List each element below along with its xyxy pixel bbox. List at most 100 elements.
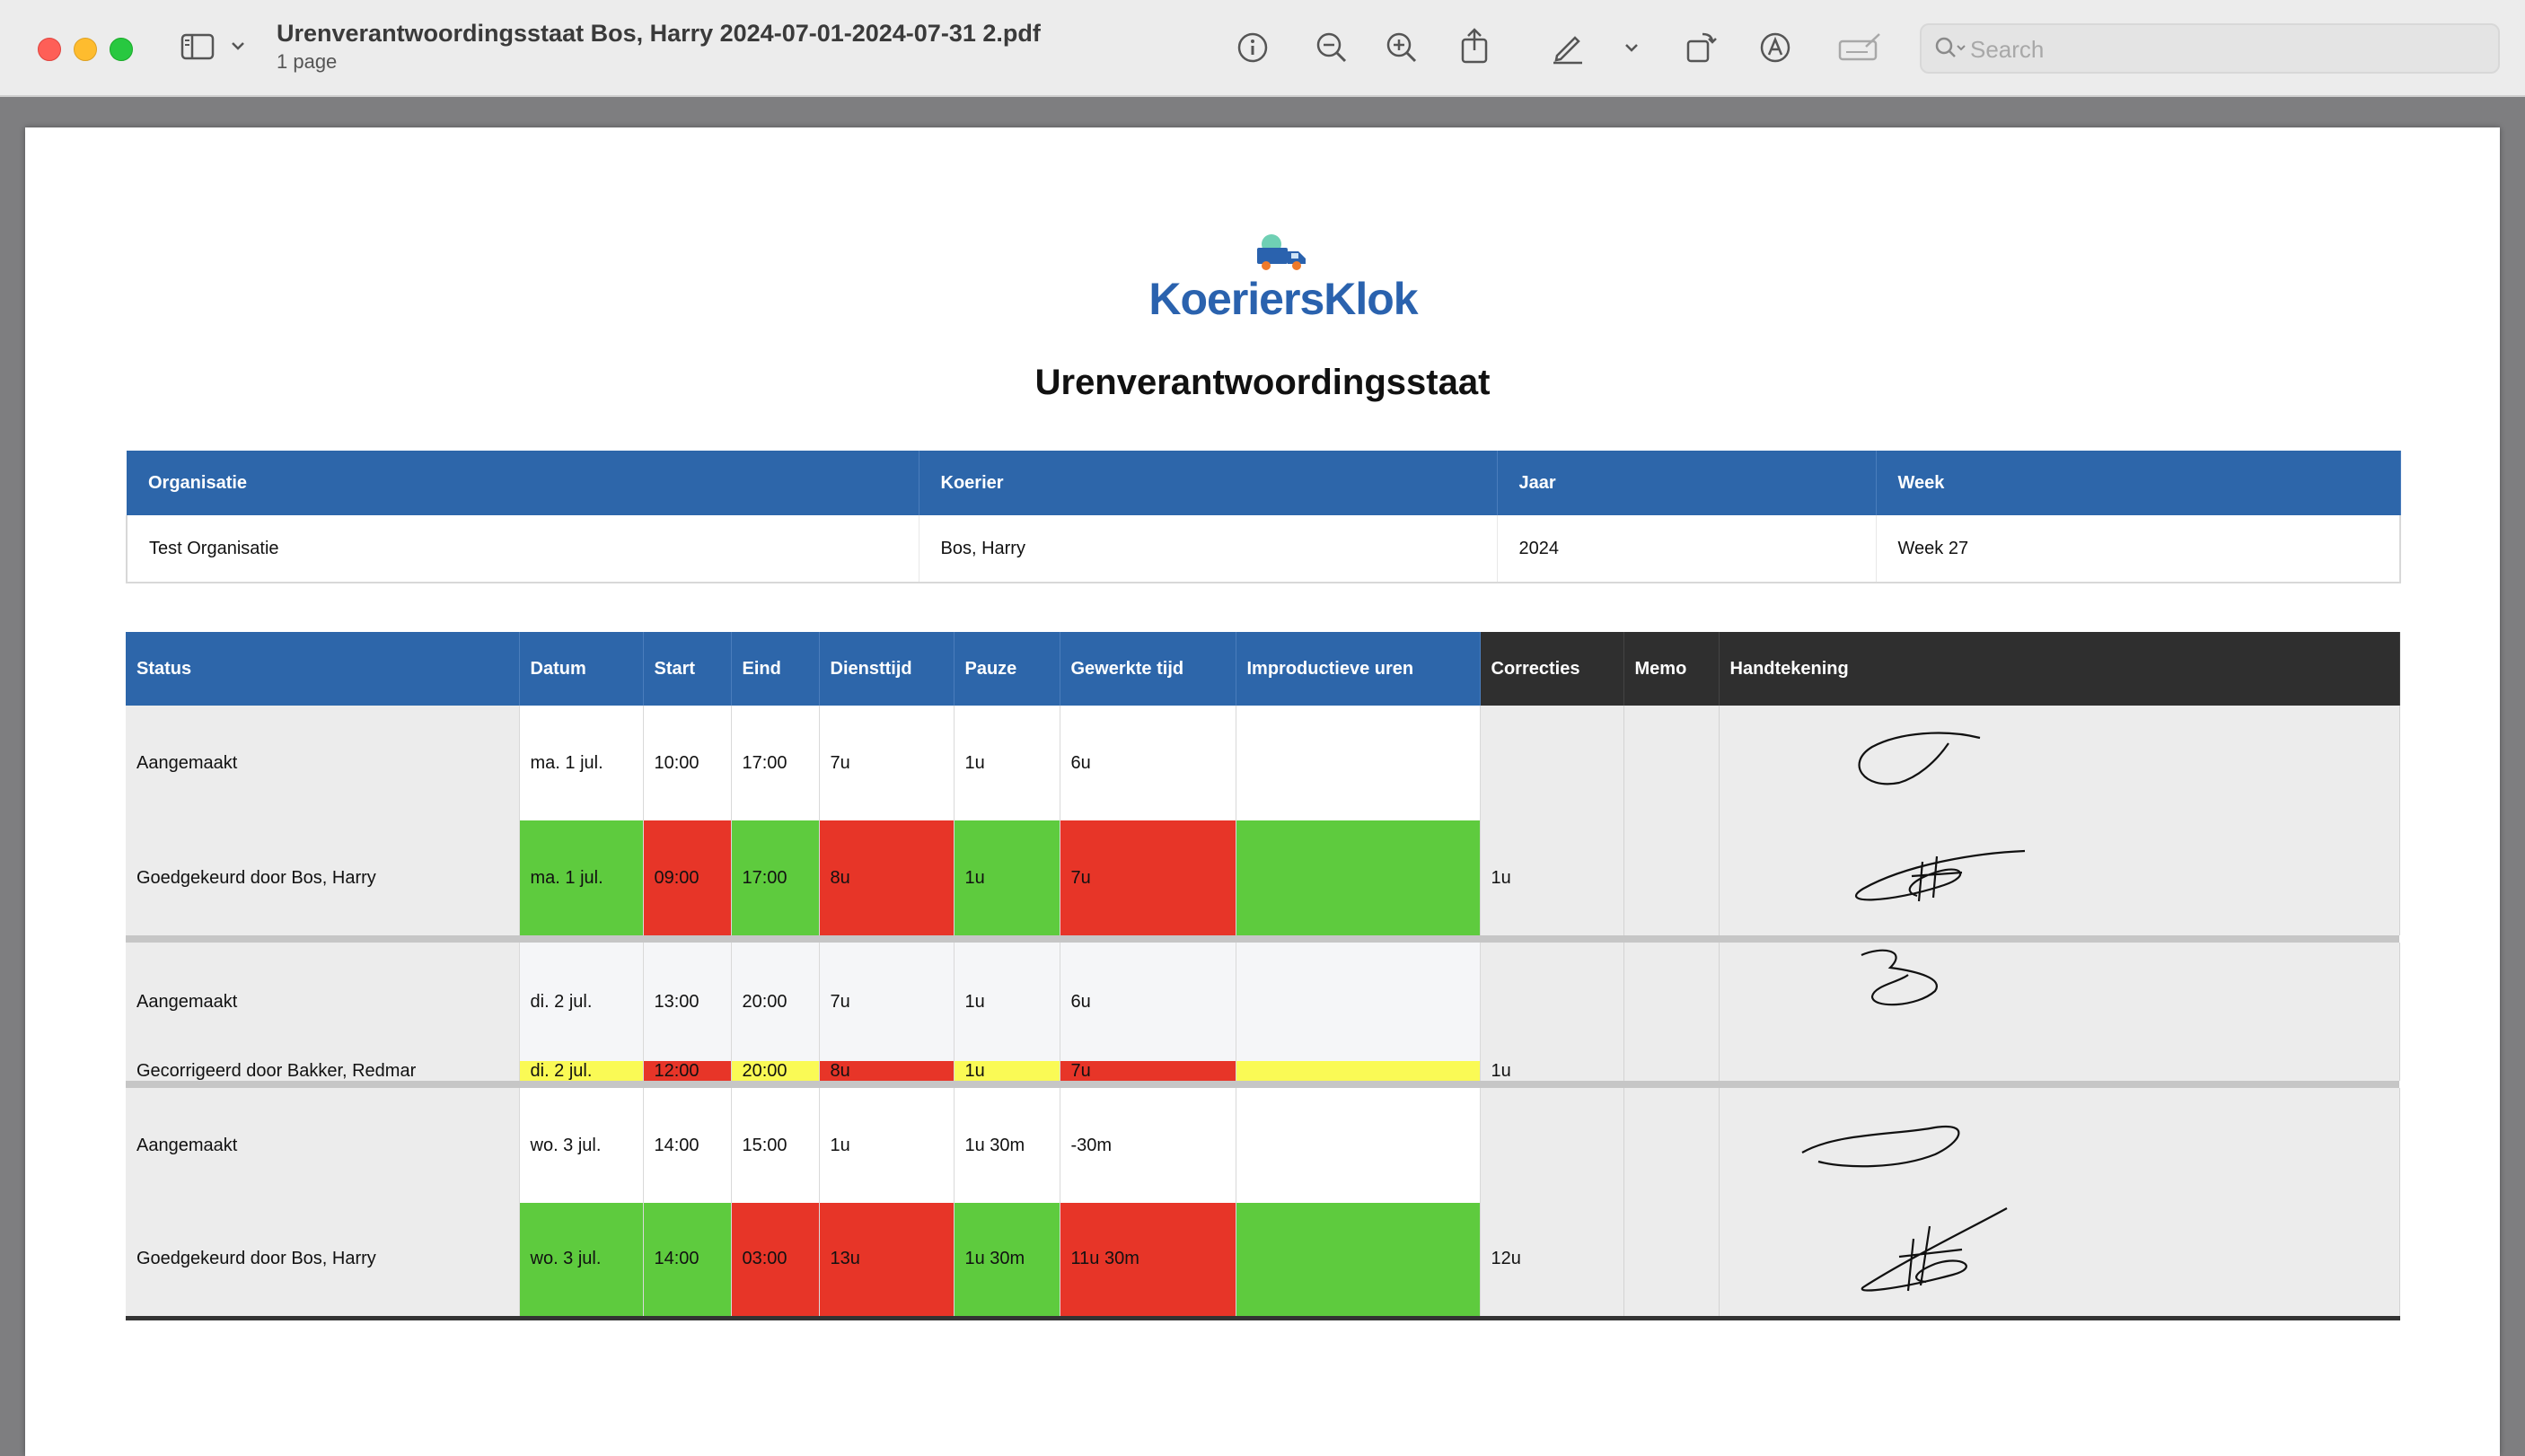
header-improductieve-uren: Improductieve uren — [1236, 632, 1481, 706]
cell-diensttijd: 13u — [819, 1203, 955, 1320]
search-input[interactable] — [1968, 25, 2475, 74]
rotate-button[interactable] — [1683, 29, 1719, 65]
cell-correcties: 1u — [1480, 820, 1624, 935]
info-koerier: Bos, Harry — [919, 515, 1498, 583]
cell-status: Goedgekeurd door Bos, Harry — [126, 1203, 520, 1320]
cell-handtekening — [1719, 706, 2400, 820]
cell-eind: 15:00 — [731, 1088, 820, 1203]
cell-improductieve-uren — [1236, 820, 1481, 935]
table-row: Goedgekeurd door Bos, Harry ma. 1 jul. 0… — [126, 820, 2400, 935]
cell-start: 12:00 — [643, 1061, 732, 1081]
close-window-button[interactable] — [38, 38, 61, 61]
cell-diensttijd: 7u — [819, 943, 955, 1061]
annotate-button[interactable] — [1758, 31, 1792, 65]
sidebar-toggle-button[interactable] — [180, 32, 216, 61]
cell-pauze: 1u 30m — [954, 1203, 1060, 1320]
chevron-down-icon — [232, 42, 244, 50]
info-header-week: Week — [1876, 451, 2401, 515]
cell-handtekening — [1719, 943, 2400, 1061]
cell-memo — [1623, 1061, 1720, 1081]
cell-datum: di. 2 jul. — [519, 943, 644, 1061]
cell-datum: wo. 3 jul. — [519, 1203, 644, 1320]
cell-gewerkte-tijd: 6u — [1060, 943, 1236, 1061]
info-header-koerier: Koerier — [919, 451, 1498, 515]
cell-start: 14:00 — [643, 1088, 732, 1203]
info-week: Week 27 — [1876, 515, 2401, 583]
search-field[interactable] — [1920, 23, 2500, 74]
header-pauze: Pauze — [954, 632, 1060, 706]
header-correcties: Correcties — [1480, 632, 1624, 706]
cell-start: 13:00 — [643, 943, 732, 1061]
cell-pauze: 1u — [954, 1061, 1060, 1081]
minimize-window-button[interactable] — [74, 38, 97, 61]
cell-diensttijd: 8u — [819, 820, 955, 935]
maximize-window-button[interactable] — [110, 38, 133, 61]
cell-datum: wo. 3 jul. — [519, 1088, 644, 1203]
zoom-out-button[interactable] — [1315, 31, 1349, 65]
cell-diensttijd: 8u — [819, 1061, 955, 1081]
cell-start: 14:00 — [643, 1203, 732, 1320]
cell-diensttijd: 7u — [819, 706, 955, 820]
header-status: Status — [126, 632, 520, 706]
cell-correcties — [1480, 943, 1624, 1061]
header-handtekening: Handtekening — [1719, 632, 2400, 706]
cell-memo — [1623, 820, 1720, 935]
cell-memo — [1623, 1203, 1720, 1320]
annotate-icon — [1760, 32, 1790, 63]
cell-improductieve-uren — [1236, 1203, 1481, 1320]
cell-eind: 17:00 — [731, 820, 820, 935]
cell-status: Aangemaakt — [126, 1088, 520, 1203]
cell-datum: ma. 1 jul. — [519, 706, 644, 820]
cell-status: Gecorrigeerd door Bakker, Redmar — [126, 1061, 520, 1081]
chevron-down-icon — [1625, 44, 1638, 52]
info-header-organisatie: Organisatie — [127, 451, 919, 515]
cell-eind: 17:00 — [731, 706, 820, 820]
delivery-truck-icon — [1257, 234, 1306, 270]
table-row: Aangemaakt di. 2 jul. 13:00 20:00 7u 1u … — [126, 943, 2400, 1061]
cell-gewerkte-tijd: 7u — [1060, 1061, 1236, 1081]
cell-memo — [1623, 1088, 1720, 1203]
header-datum: Datum — [519, 632, 644, 706]
cell-correcties: 12u — [1480, 1203, 1624, 1320]
cell-status: Aangemaakt — [126, 706, 520, 820]
document-title: Urenverantwoordingsstaat Bos, Harry 2024… — [277, 20, 1041, 47]
info-button[interactable] — [1236, 31, 1270, 65]
cell-pauze: 1u 30m — [954, 1088, 1060, 1203]
zoom-in-button[interactable] — [1385, 31, 1419, 65]
cell-status: Goedgekeurd door Bos, Harry — [126, 820, 520, 935]
group-separator — [126, 935, 2399, 943]
info-jaar: 2024 — [1497, 515, 1877, 583]
sidebar-menu-button[interactable] — [230, 39, 246, 52]
header-start: Start — [643, 632, 732, 706]
timesheet-table: Status Datum Start Eind Diensttijd Pauze… — [126, 632, 2400, 1320]
cell-pauze: 1u — [954, 706, 1060, 820]
cell-eind: 03:00 — [731, 1203, 820, 1320]
cell-gewerkte-tijd: 11u 30m — [1060, 1203, 1236, 1320]
cell-datum: di. 2 jul. — [519, 1061, 644, 1081]
sidebar-icon — [180, 33, 215, 60]
cell-start: 10:00 — [643, 706, 732, 820]
window-titlebar: Urenverantwoordingsstaat Bos, Harry 2024… — [0, 0, 2525, 97]
zoom-out-icon — [1316, 32, 1347, 63]
share-button[interactable] — [1458, 27, 1491, 65]
markup-button[interactable] — [1550, 29, 1586, 65]
cell-datum: ma. 1 jul. — [519, 820, 644, 935]
cell-handtekening — [1719, 820, 2400, 935]
markup-menu-button[interactable] — [1623, 41, 1640, 54]
cell-memo — [1623, 943, 1720, 1061]
info-header-jaar: Jaar — [1497, 451, 1877, 515]
cell-improductieve-uren — [1236, 1088, 1481, 1203]
table-row: Goedgekeurd door Bos, Harry wo. 3 jul. 1… — [126, 1203, 2400, 1320]
cell-eind: 20:00 — [731, 1061, 820, 1081]
cell-diensttijd: 1u — [819, 1088, 955, 1203]
signature-image — [1800, 1125, 1959, 1168]
zoom-in-icon — [1386, 32, 1417, 63]
signature-button[interactable] — [1837, 31, 1882, 63]
cell-start: 09:00 — [643, 820, 732, 935]
cell-handtekening — [1719, 1203, 2400, 1320]
search-icon — [1935, 37, 1966, 57]
rotate-icon — [1686, 32, 1717, 63]
cell-correcties: 1u — [1480, 1061, 1624, 1081]
cell-correcties — [1480, 1088, 1624, 1203]
cell-handtekening — [1719, 1061, 2400, 1081]
